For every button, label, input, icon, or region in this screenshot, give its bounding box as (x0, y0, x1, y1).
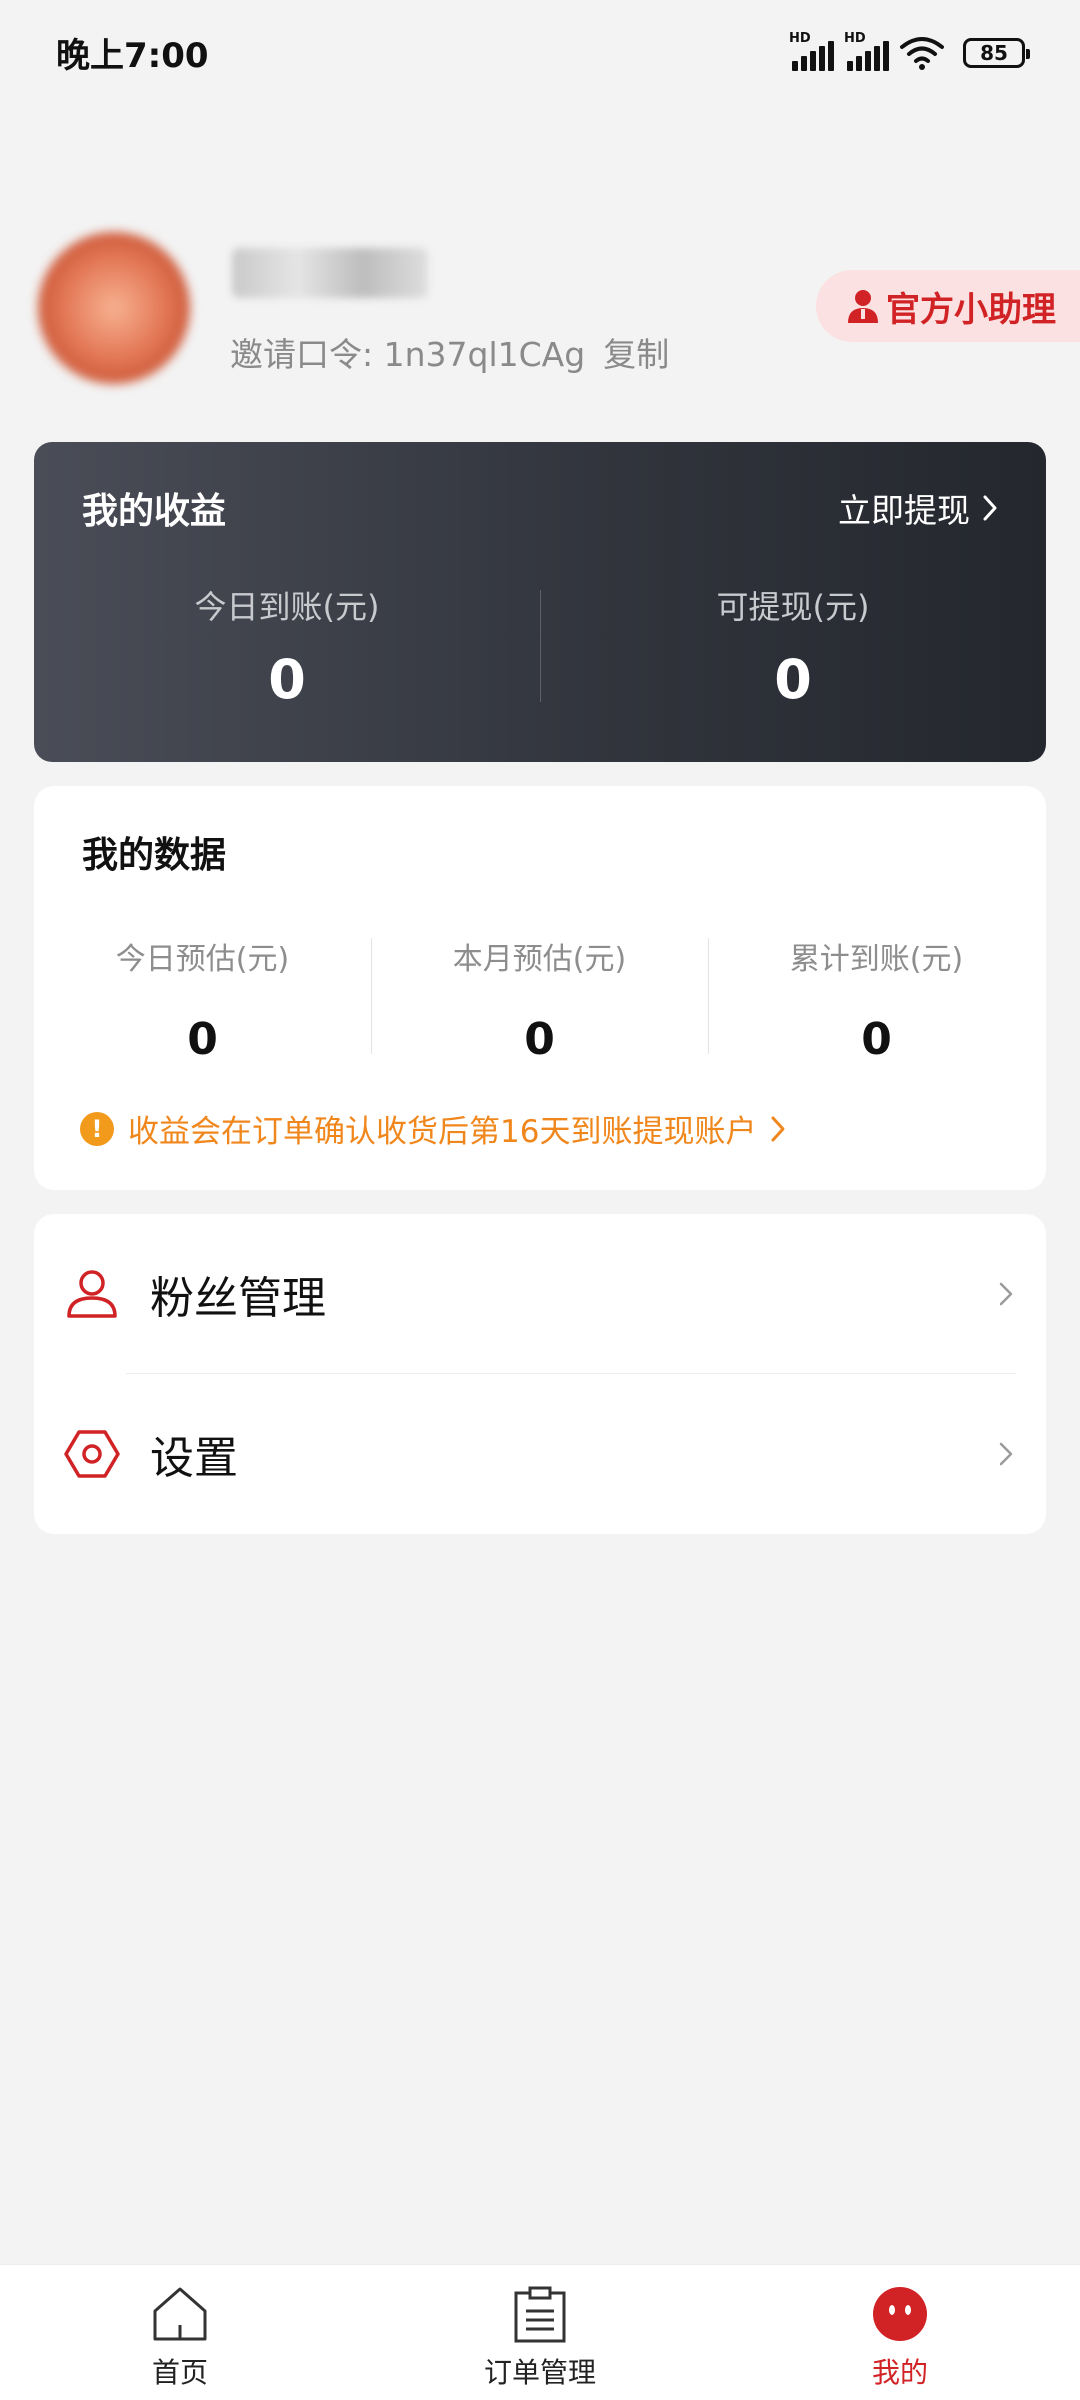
status-icons: HD HD 85 (789, 31, 1030, 71)
copy-button[interactable]: 复制 (603, 328, 669, 376)
status-bar: 晚上7:00 HD HD 85 (0, 0, 1080, 105)
nav-label: 我的 (871, 2356, 928, 2389)
battery-icon: 85 (963, 37, 1030, 68)
data-value: 0 (524, 1014, 555, 1065)
earnings-card: 我的收益 立即提现 今日到账(元) 0 可提现(元) 0 (34, 442, 1046, 762)
data-value: 0 (861, 1014, 892, 1065)
agent-icon (848, 290, 878, 323)
profile-face-icon (873, 2287, 927, 2341)
menu-label: 粉丝管理 (150, 1273, 326, 1324)
signal-hd-label-2: HD (844, 30, 866, 46)
menu-item-fans[interactable]: 粉丝管理 (34, 1214, 1046, 1374)
nav-item-orders[interactable]: 订单管理 (440, 2285, 640, 2391)
chevron-right-icon (999, 1442, 1013, 1466)
signal-hd-label: HD (789, 30, 811, 46)
wifi-icon (900, 36, 944, 70)
menu-card: 粉丝管理 设置 (34, 1214, 1046, 1534)
chevron-right-icon (983, 495, 997, 521)
signal-icon: HD (789, 31, 834, 71)
data-label: 累计到账(元) (789, 942, 964, 977)
username-blurred (232, 248, 428, 298)
signal-icon-2: HD (844, 31, 889, 71)
nav-item-home[interactable]: 首页 (80, 2285, 280, 2391)
status-time: 晚上7:00 (56, 36, 209, 76)
invite-code-row: 邀请口令: 1n37ql1CAg 复制 (230, 328, 669, 376)
available-earnings: 可提现(元) 0 (540, 582, 1046, 711)
data-label: 本月预估(元) (452, 942, 627, 977)
home-icon (153, 2287, 207, 2341)
invite-code: 邀请口令: 1n37ql1CAg (230, 335, 586, 374)
profile-header: 邀请口令: 1n37ql1CAg 复制 官方小助理 (0, 220, 1080, 390)
withdraw-button[interactable]: 立即提现 (838, 484, 998, 532)
clipboard-icon (514, 2286, 566, 2343)
notice-text: 收益会在订单确认收货后第16天到账提现账户 (128, 1114, 757, 1150)
withdraw-label: 立即提现 (838, 491, 970, 530)
available-label: 可提现(元) (716, 588, 870, 626)
earnings-title: 我的收益 (82, 491, 227, 532)
nav-label: 首页 (151, 2356, 208, 2389)
menu-item-settings[interactable]: 设置 (34, 1374, 1046, 1534)
settings-icon (64, 1430, 120, 1478)
avatar[interactable] (38, 232, 190, 384)
chevron-right-icon (999, 1282, 1013, 1306)
bottom-nav: 首页 订单管理 我的 (0, 2264, 1080, 2400)
exclamation-icon: ! (80, 1111, 114, 1146)
today-earnings-value: 0 (268, 648, 306, 711)
data-column-today: 今日预估(元) 0 (34, 934, 371, 1065)
settlement-notice[interactable]: ! 收益会在订单确认收货后第16天到账提现账户 (80, 1106, 786, 1151)
user-icon (67, 1270, 117, 1318)
today-earnings: 今日到账(元) 0 (34, 582, 540, 711)
nav-item-mine[interactable]: 我的 (800, 2285, 1000, 2391)
data-column-total: 累计到账(元) 0 (708, 934, 1045, 1065)
nav-label: 订单管理 (483, 2356, 596, 2389)
data-column-month: 本月预估(元) 0 (371, 934, 708, 1065)
data-label: 今日预估(元) (115, 942, 290, 977)
data-value: 0 (187, 1014, 218, 1065)
menu-label: 设置 (150, 1433, 238, 1484)
chevron-right-icon (771, 1116, 785, 1141)
helper-label: 官方小助理 (886, 289, 1056, 330)
battery-level: 85 (980, 40, 1008, 65)
data-title: 我的数据 (82, 835, 227, 876)
today-earnings-label: 今日到账(元) (194, 588, 380, 626)
official-helper-button[interactable]: 官方小助理 (816, 270, 1080, 342)
my-data-card: 我的数据 今日预估(元) 0 本月预估(元) 0 累计到账(元) 0 ! 收益会… (34, 786, 1046, 1190)
available-value: 0 (774, 648, 812, 711)
